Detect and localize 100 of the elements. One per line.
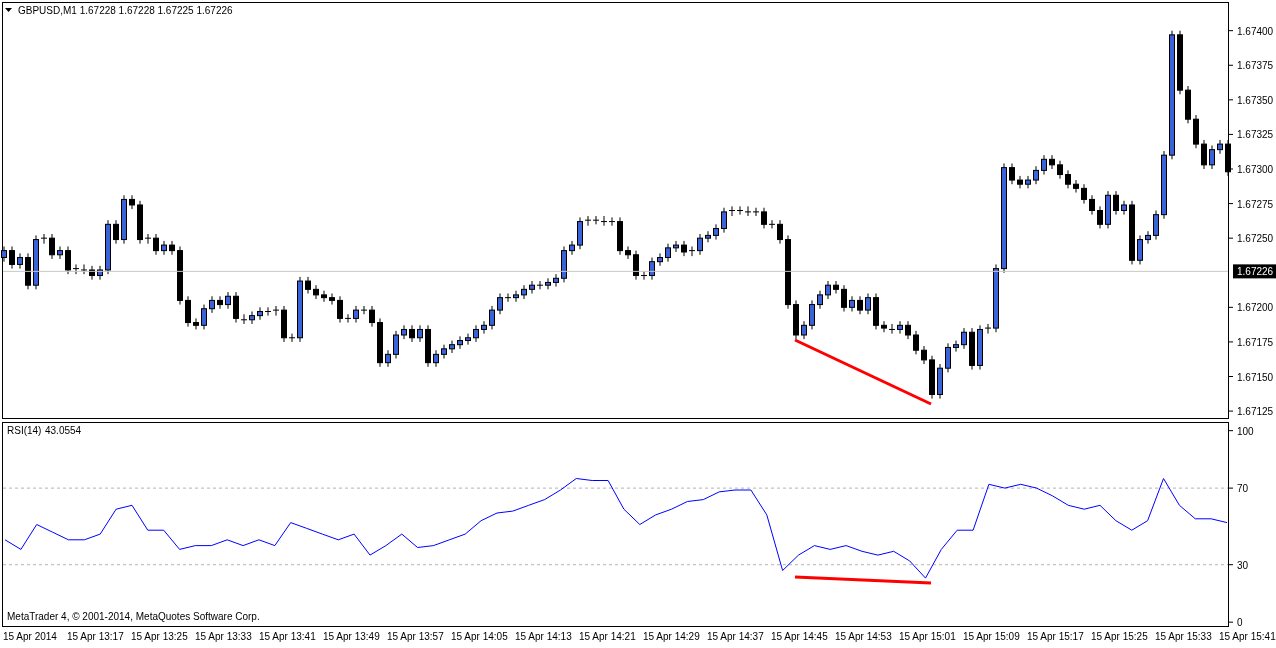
- time-label: 15 Apr 13:33: [195, 630, 253, 644]
- candlestick: [545, 277, 551, 290]
- candlestick: [1025, 175, 1031, 189]
- candlestick: [640, 270, 648, 281]
- candlestick: [1089, 194, 1095, 216]
- time-label: 15 Apr 15:25: [1091, 630, 1149, 644]
- time-label: 15 Apr 15:09: [963, 630, 1021, 644]
- time-label: 15 Apr 14:37: [707, 630, 765, 644]
- candlestick: [72, 263, 80, 275]
- candlestick: [153, 233, 159, 256]
- candlestick: [984, 323, 992, 335]
- candlestick: [536, 280, 544, 290]
- candlestick: [521, 284, 527, 300]
- candlestick: [313, 284, 319, 300]
- candlestick: [1201, 139, 1207, 170]
- time-label: 15 Apr 14:53: [835, 630, 893, 644]
- candlestick: [513, 290, 519, 303]
- candlestick: [433, 349, 439, 368]
- copyright-text: MetaTrader 4, © 2001-2014, MetaQuotes Software Corp.: [7, 611, 260, 622]
- price-label: 1.67175: [1237, 336, 1274, 348]
- candlestick: [264, 306, 272, 317]
- candlestick: [953, 340, 959, 353]
- candlestick: [144, 233, 152, 245]
- candlestick: [1, 245, 7, 263]
- time-label: 15 Apr 13:17: [67, 630, 125, 644]
- candlestick: [417, 324, 423, 343]
- candlestick: [65, 245, 71, 275]
- price-label: 1.67325: [1237, 129, 1274, 141]
- time-label: 15 Apr 2014: [3, 630, 58, 644]
- candlestick: [344, 313, 352, 324]
- candlestick: [961, 327, 967, 350]
- time-label: 15 Apr 14:29: [643, 630, 701, 644]
- candlestick: [881, 320, 887, 333]
- candlestick: [169, 240, 175, 256]
- candlestick: [705, 230, 711, 243]
- time-label: 15 Apr 14:13: [515, 630, 573, 644]
- candlestick: [1041, 154, 1047, 176]
- candlestick: [657, 252, 663, 267]
- price-label: 1.67275: [1237, 198, 1274, 210]
- candlestick: [129, 194, 135, 210]
- time-label: 15 Apr 14:05: [451, 630, 509, 644]
- candlestick: [393, 330, 399, 360]
- candlestick: [473, 324, 479, 343]
- candlestick: [865, 293, 871, 315]
- price-label: 1.67350: [1237, 94, 1274, 106]
- rsi-axis-label: 30: [1237, 559, 1249, 571]
- rsi-axis-label: 0: [1237, 617, 1243, 627]
- candlestick: [913, 330, 919, 355]
- price-label: 1.67200: [1237, 302, 1274, 314]
- candlestick: [9, 245, 15, 270]
- time-label: 15 Apr 13:49: [323, 630, 381, 644]
- candlestick: [1137, 234, 1143, 265]
- time-label: 15 Apr 15:33: [1155, 630, 1213, 644]
- candlestick: [40, 233, 48, 245]
- candlestick: [625, 245, 631, 260]
- candlestick: [736, 205, 744, 216]
- time-label: 15 Apr 13:57: [387, 630, 445, 644]
- price-label: 1.67125: [1237, 406, 1274, 418]
- candlestick: [441, 344, 447, 360]
- indicator-name: RSI(14): [7, 425, 42, 436]
- candlestick: [225, 291, 231, 310]
- candlestick: [777, 219, 783, 245]
- candlestick: [592, 215, 600, 225]
- candlestick: [409, 324, 415, 343]
- candlestick: [201, 304, 207, 330]
- candlestick: [600, 215, 608, 227]
- candlestick: [728, 205, 736, 217]
- candlestick: [360, 305, 368, 315]
- candlestick: [673, 240, 679, 253]
- candlestick: [1081, 183, 1087, 205]
- candlestick: [401, 324, 407, 340]
- candlestick: [584, 215, 592, 227]
- rsi-axis-label: 70: [1237, 483, 1249, 495]
- indicator-value: 43.0554: [45, 425, 82, 436]
- price-label: 1.67375: [1237, 60, 1274, 72]
- dropdown-triangle-icon[interactable]: [5, 8, 12, 12]
- candlestick: [329, 293, 335, 306]
- candlestick: [809, 299, 815, 330]
- candlestick: [569, 240, 575, 256]
- candlestick: [233, 291, 239, 324]
- candlestick: [744, 205, 752, 217]
- candlestick: [688, 245, 696, 257]
- candlestick: [449, 340, 455, 354]
- candlestick: [553, 273, 559, 288]
- candlestick: [465, 333, 471, 346]
- candlestick: [209, 295, 215, 314]
- candlestick: [489, 305, 495, 330]
- candlestick: [161, 240, 167, 256]
- time-label: 15 Apr 15:17: [1027, 630, 1085, 644]
- candlestick: [833, 280, 839, 294]
- time-label: 15 Apr 14:21: [579, 630, 637, 644]
- candlestick: [1009, 162, 1015, 185]
- candlestick: [257, 306, 263, 321]
- candlestick: [529, 280, 535, 294]
- candlestick: [481, 320, 487, 335]
- time-label: 15 Apr 15:01: [899, 630, 957, 644]
- candlestick: [1209, 144, 1215, 170]
- candlestick: [369, 305, 375, 328]
- candlestick: [504, 293, 512, 303]
- candlestick: [761, 207, 767, 229]
